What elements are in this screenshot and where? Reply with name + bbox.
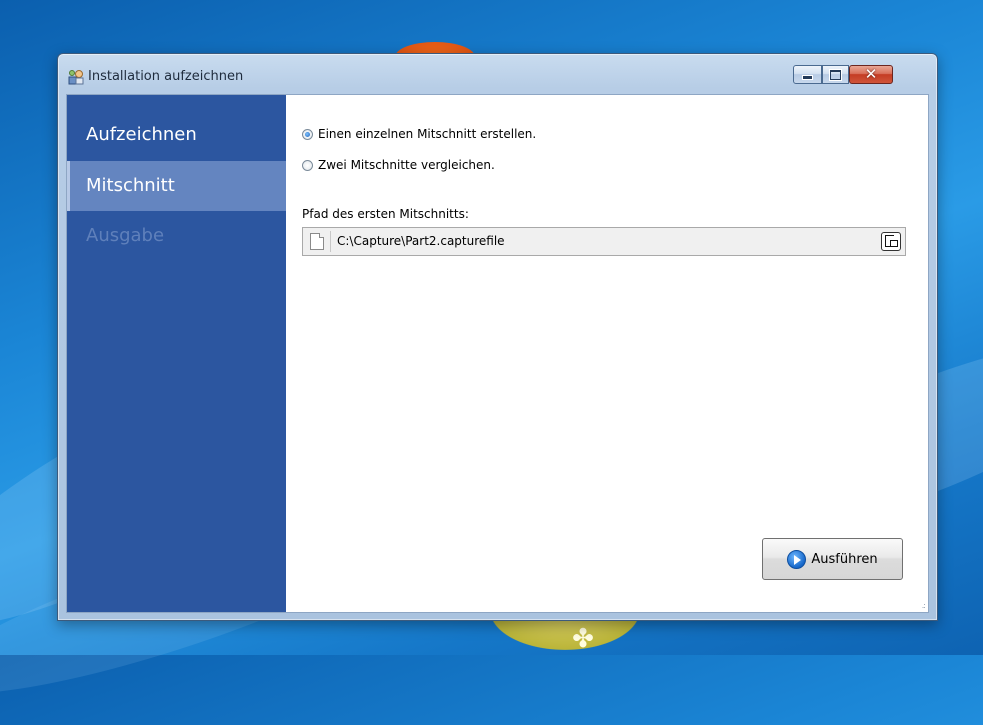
path-label: Pfad des ersten Mitschnitts: — [302, 207, 469, 221]
sidebar-item-aufzeichnen[interactable]: Aufzeichnen — [67, 110, 286, 160]
minimize-icon — [802, 75, 813, 80]
option-label: Zwei Mitschnitte vergleichen. — [318, 158, 495, 172]
option-label: Einen einzelnen Mitschnitt erstellen. — [318, 127, 537, 141]
resize-grip-icon[interactable]: .: — [922, 601, 926, 610]
run-button[interactable]: Ausführen — [762, 538, 903, 580]
sidebar: Aufzeichnen Mitschnitt Ausgabe — [67, 95, 286, 612]
field-separator — [330, 231, 331, 252]
close-button[interactable]: ✕ — [849, 65, 893, 84]
installation-window: Installation aufzeichnen ✕ Aufzeichnen M… — [57, 53, 938, 621]
installer-icon — [68, 70, 84, 85]
path-input[interactable]: C:\Capture\Part2.capturefile — [337, 234, 505, 248]
close-icon: ✕ — [864, 65, 878, 83]
play-icon — [787, 549, 807, 569]
minimize-button[interactable] — [793, 65, 822, 84]
title-bar[interactable]: Installation aufzeichnen ✕ — [58, 54, 937, 94]
radio-button-unchecked[interactable] — [302, 159, 313, 171]
radio-button-checked[interactable] — [302, 128, 313, 140]
main-content: Einen einzelnen Mitschnitt erstellen. Zw… — [286, 95, 928, 612]
browse-file-icon[interactable] — [881, 232, 901, 251]
file-icon — [310, 233, 324, 250]
window-client-area: Aufzeichnen Mitschnitt Ausgabe Einen ein… — [66, 94, 929, 613]
sidebar-item-mitschnitt[interactable]: Mitschnitt — [67, 161, 286, 211]
wallpaper-flower-icon: ✤ — [572, 624, 594, 654]
window-title: Installation aufzeichnen — [88, 69, 244, 84]
run-button-label: Ausführen — [811, 551, 878, 567]
maximize-button[interactable] — [822, 65, 849, 84]
sidebar-item-ausgabe: Ausgabe — [86, 225, 165, 246]
path-field[interactable]: C:\Capture\Part2.capturefile — [302, 227, 906, 256]
option-single-capture[interactable]: Einen einzelnen Mitschnitt erstellen. — [302, 127, 536, 141]
maximize-icon — [830, 69, 841, 80]
option-compare-captures[interactable]: Zwei Mitschnitte vergleichen. — [302, 158, 495, 172]
